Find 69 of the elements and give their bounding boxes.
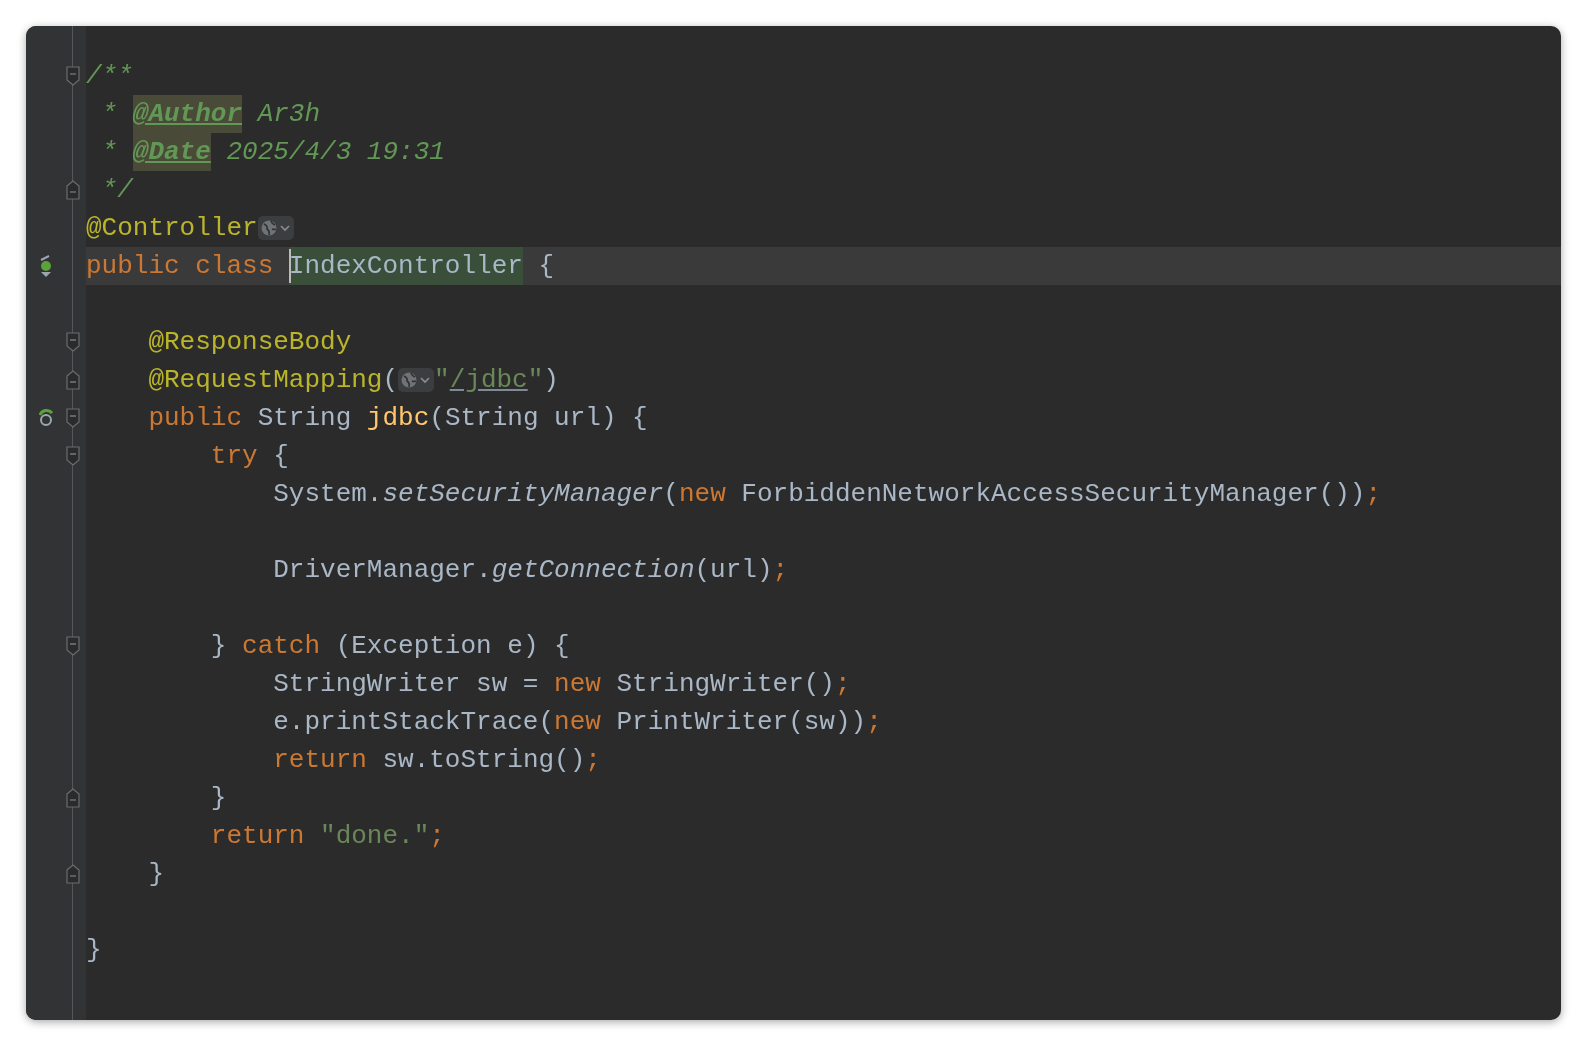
globe-icon <box>400 370 433 390</box>
string-literal: " <box>527 364 544 397</box>
code-text: DriverManager. <box>272 554 492 587</box>
method-call: setSecurityManager <box>382 478 664 511</box>
method-call: getConnection <box>491 554 695 587</box>
code-keyword: ; <box>1365 478 1382 511</box>
url-inlay-hint[interactable] <box>398 368 435 392</box>
fold-icon[interactable] <box>66 331 80 353</box>
code-annotation: @ResponseBody <box>147 326 352 359</box>
url-inlay-hint[interactable] <box>257 216 294 240</box>
fold-end-icon[interactable] <box>66 369 80 391</box>
code-comment: * <box>100 98 119 131</box>
code-comment: /** <box>86 60 133 93</box>
code-comment: */ <box>100 174 133 207</box>
string-literal: " <box>434 364 450 397</box>
code-text: } <box>209 630 228 663</box>
code-text: } <box>209 782 227 815</box>
string-literal: "done." <box>320 820 430 853</box>
code-text: ForbiddenNetworkAccessSecurityManager()) <box>741 478 1366 511</box>
doc-tag: @Author <box>132 95 243 133</box>
fold-icon[interactable] <box>66 65 80 87</box>
code-keyword: ; <box>429 820 445 853</box>
code-text: String <box>257 402 353 435</box>
code-keyword: catch <box>242 630 322 663</box>
code-text: { <box>273 440 289 473</box>
code-keyword: new <box>678 478 727 511</box>
code-text: ( <box>382 364 399 397</box>
code-keyword: ; <box>772 554 789 587</box>
code-annotation: @RequestMapping <box>147 364 383 397</box>
code-keyword: new <box>554 706 602 739</box>
bean-icon[interactable] <box>39 254 53 278</box>
code-keyword: public class <box>86 250 275 283</box>
code-text: IndexController <box>288 247 523 285</box>
fold-icon[interactable] <box>66 445 80 467</box>
code-text: (Exception e) { <box>335 630 570 663</box>
code-keyword: ; <box>585 744 601 777</box>
fold-icon[interactable] <box>66 407 80 429</box>
fold-end-icon[interactable] <box>66 863 80 885</box>
code-keyword: new <box>554 668 602 701</box>
fold-icon[interactable] <box>66 635 80 657</box>
code-text: (String url) { <box>429 402 648 435</box>
code-keyword: return <box>272 744 368 777</box>
code-text: StringWriter sw = <box>272 668 540 701</box>
code-annotation: @Controller <box>86 212 258 245</box>
code-text: } <box>86 934 102 967</box>
code-text: ( <box>663 478 679 511</box>
code-keyword: public <box>147 402 244 435</box>
code-text: StringWriter() <box>616 668 835 701</box>
code-text: } <box>147 858 164 891</box>
code-comment: Ar3h <box>255 98 321 131</box>
code-text: ) <box>543 364 559 397</box>
fold-end-icon[interactable] <box>66 179 80 201</box>
code-text: PrintWriter(sw)) <box>616 706 867 739</box>
method-name: jdbc <box>366 402 430 435</box>
fold-end-icon[interactable] <box>66 787 80 809</box>
code-text: sw.toString() <box>382 744 586 777</box>
code-keyword: try <box>209 440 259 473</box>
doc-tag: @Date <box>132 133 211 171</box>
code-comment: 2025/4/3 19:31 <box>225 136 445 169</box>
code-text: { <box>537 250 555 283</box>
code-text: e.printStackTrace( <box>272 706 555 739</box>
code-comment: * <box>100 136 119 169</box>
code-keyword: ; <box>866 706 882 739</box>
code-text: (url) <box>694 554 773 587</box>
code-keyword: ; <box>834 668 851 701</box>
code-keyword: return <box>209 820 306 853</box>
code-text: System. <box>272 478 383 511</box>
globe-icon <box>259 218 292 238</box>
bean-method-icon[interactable] <box>39 407 53 429</box>
